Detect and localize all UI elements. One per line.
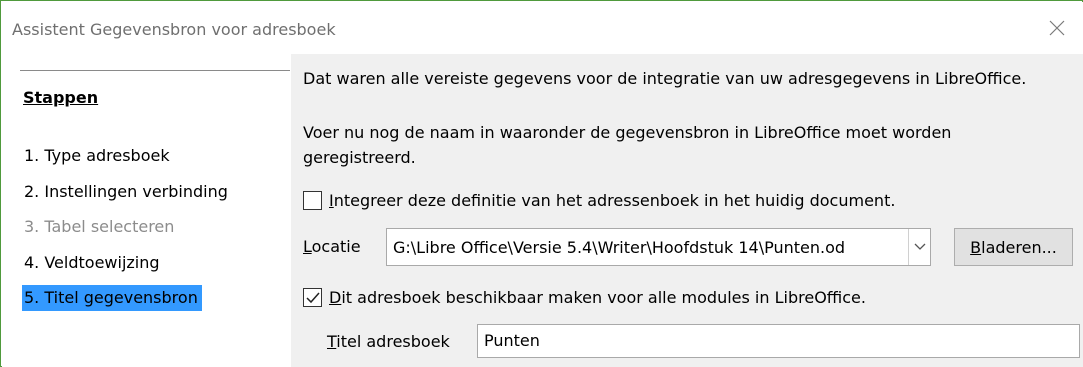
title-bar: Assistent Gegevensbron voor adresboek [2, 2, 1083, 54]
browse-button-label: Bladeren... [970, 237, 1057, 257]
embed-definition-checkbox[interactable] [303, 191, 322, 210]
dialog-window: Assistent Gegevensbron voor adresboek St… [0, 0, 1083, 367]
checkmark-icon [305, 292, 320, 303]
step-titel-gegevensbron[interactable]: 5. Titel gegevensbron [22, 285, 202, 311]
steps-heading: Stappen [23, 88, 99, 107]
location-combobox[interactable]: G:\Libre Office\Versie 5.4\Writer\Hoofds… [386, 228, 931, 266]
available-all-modules-label[interactable]: Dit adresboek beschikbaar maken voor all… [329, 288, 866, 307]
window-title: Assistent Gegevensbron voor adresboek [12, 20, 336, 39]
instruction-text-line2: geregistreerd. [303, 148, 416, 167]
location-label: Locatie [303, 237, 361, 256]
step-instellingen-verbinding[interactable]: 2. Instellingen verbinding [22, 179, 232, 205]
chevron-down-icon [914, 243, 925, 250]
close-button[interactable] [1031, 2, 1083, 54]
title-field-label: Titel adresboek [327, 332, 450, 351]
step-tabel-selecteren: 3. Tabel selecteren [24, 217, 175, 236]
instruction-text-line1: Voer nu nog de naam in waaronder de gege… [303, 123, 952, 142]
location-dropdown-button[interactable] [908, 229, 930, 265]
embed-definition-row[interactable]: Integreer deze definitie van het adresse… [303, 191, 895, 210]
intro-text: Dat waren alle vereiste gegevens voor de… [303, 69, 1027, 88]
location-value[interactable]: G:\Libre Office\Versie 5.4\Writer\Hoofds… [387, 238, 908, 257]
step-type-adresboek[interactable]: 1. Type adresboek [22, 143, 174, 169]
close-icon [1049, 20, 1065, 36]
address-book-title-input[interactable]: Punten [477, 324, 1080, 358]
sidebar-divider [20, 70, 290, 71]
steps-sidebar: Stappen 1. Type adresboek 2. Instellinge… [2, 54, 291, 367]
embed-definition-label[interactable]: Integreer deze definitie van het adresse… [329, 191, 895, 210]
available-all-modules-row[interactable]: Dit adresboek beschikbaar maken voor all… [303, 288, 866, 307]
step-veldtoewijzing[interactable]: 4. Veldtoewijzing [22, 250, 164, 276]
browse-button[interactable]: Bladeren... [954, 228, 1073, 266]
content-panel: Dat waren alle vereiste gegevens voor de… [291, 54, 1083, 367]
available-all-modules-checkbox[interactable] [303, 288, 322, 307]
